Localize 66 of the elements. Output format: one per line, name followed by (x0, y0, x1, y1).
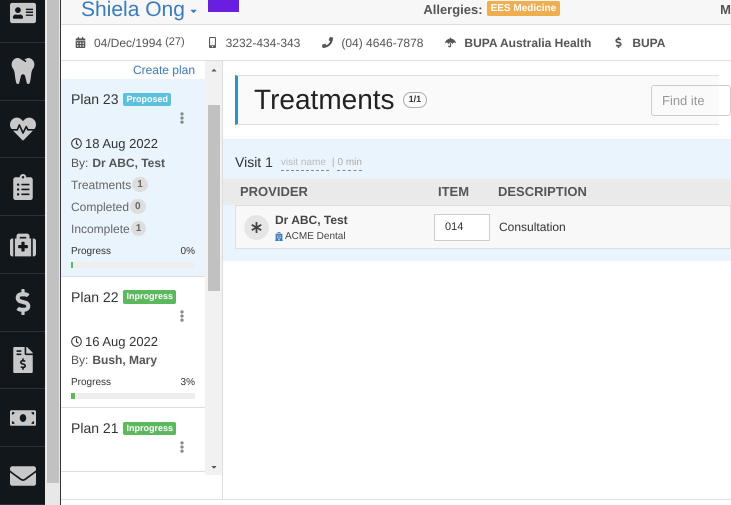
status-badge: Proposed (123, 92, 171, 106)
age-text: (27) (165, 35, 185, 50)
phone-icon (322, 37, 334, 48)
treatments-title: Treatments (254, 83, 395, 117)
stat-label: Completed (71, 198, 130, 216)
plan-date: 16 Aug 2022 (85, 332, 158, 351)
column-header: DESCRIPTION (498, 183, 587, 202)
scrollbar-thumb[interactable] (208, 105, 220, 291)
by-label: By: (71, 154, 88, 172)
provider-name: Dr ABC, Test (275, 212, 348, 228)
progress-percent: 0% (180, 244, 195, 258)
count-badge: 0 (130, 199, 146, 214)
asterisk-icon (251, 222, 262, 232)
info-text: BUPA Australia Health (464, 34, 592, 52)
info-text: 3232-434-343 (226, 34, 300, 52)
status-badge: Inprogress (123, 422, 176, 436)
plan-title: Plan 21 (71, 419, 118, 438)
by-label: By: (71, 352, 88, 369)
tooth-icon[interactable] (10, 58, 36, 84)
create-plan-link[interactable]: Create plan (61, 61, 205, 79)
count-badge: 1 (130, 221, 146, 236)
plan-card[interactable]: Plan 22 Inprogress 16 Aug 2022 By: Bush, Mary Progress 3% (61, 276, 205, 408)
separator-text: | (332, 156, 334, 170)
plan-provider: Dr ABC, Test (92, 154, 166, 172)
plan-date: 18 Aug 2022 (85, 135, 158, 153)
clock-icon (71, 336, 82, 347)
description-cell-text: Consultation (499, 219, 566, 236)
plan-card[interactable]: Plan 23 Proposed 18 Aug 2022 By: Dr ABC, Test Treatments 1 Completed 0 Incomplete 1 Progress 0% (61, 79, 205, 276)
scroll-down-icon[interactable] (210, 463, 218, 471)
stat-label: Incomplete (71, 220, 130, 238)
item-field[interactable]: 014 (434, 214, 490, 240)
calendar-icon (75, 37, 86, 48)
info-text: 04/Dec/1994 (94, 34, 162, 52)
medkit-icon[interactable] (10, 232, 36, 258)
info-text: (04) 4646-7878 (341, 34, 424, 52)
dollar-icon (613, 37, 624, 48)
heartbeat-icon[interactable] (10, 116, 36, 142)
plan-title: Plan 23 (71, 90, 118, 109)
search-field[interactable]: Find ite (651, 84, 731, 116)
scroll-up-icon[interactable] (210, 66, 218, 74)
progress-label: Progress (71, 244, 112, 258)
header-badge (208, 0, 240, 12)
umbrella-icon (445, 37, 456, 48)
allergy-badge: EES Medicine (486, 1, 560, 16)
mobile-phone-icon (206, 37, 218, 48)
building-icon (275, 232, 283, 240)
clock-icon (71, 138, 82, 150)
progress-label: Progress (71, 376, 112, 390)
header-text: M (720, 1, 731, 19)
allergies-label: Allergies: (423, 1, 483, 19)
treatment-row[interactable]: Dr ABC, Test ACME Dental 014 Consultation (235, 205, 731, 249)
plan-provider: Bush, Mary (92, 352, 158, 369)
visit-title: Visit 1 (235, 153, 273, 172)
progress-percent: 3% (180, 376, 195, 390)
status-badge: Inprogress (123, 290, 176, 304)
stat-label: Treatments (71, 176, 132, 194)
count-badge: 1 (132, 177, 148, 192)
count-badge: 1/1 (402, 92, 428, 108)
column-header: ITEM (438, 183, 470, 202)
info-text: BUPA (632, 34, 666, 52)
visit-name-field[interactable]: visit name (280, 154, 329, 170)
provider-location: ACME Dental (285, 230, 346, 244)
column-header: PROVIDER (240, 183, 309, 202)
patient-name[interactable]: Shiela Ong (81, 0, 185, 26)
plan-title: Plan 22 (71, 288, 118, 306)
scrollbar-thumb[interactable] (46, 0, 58, 483)
